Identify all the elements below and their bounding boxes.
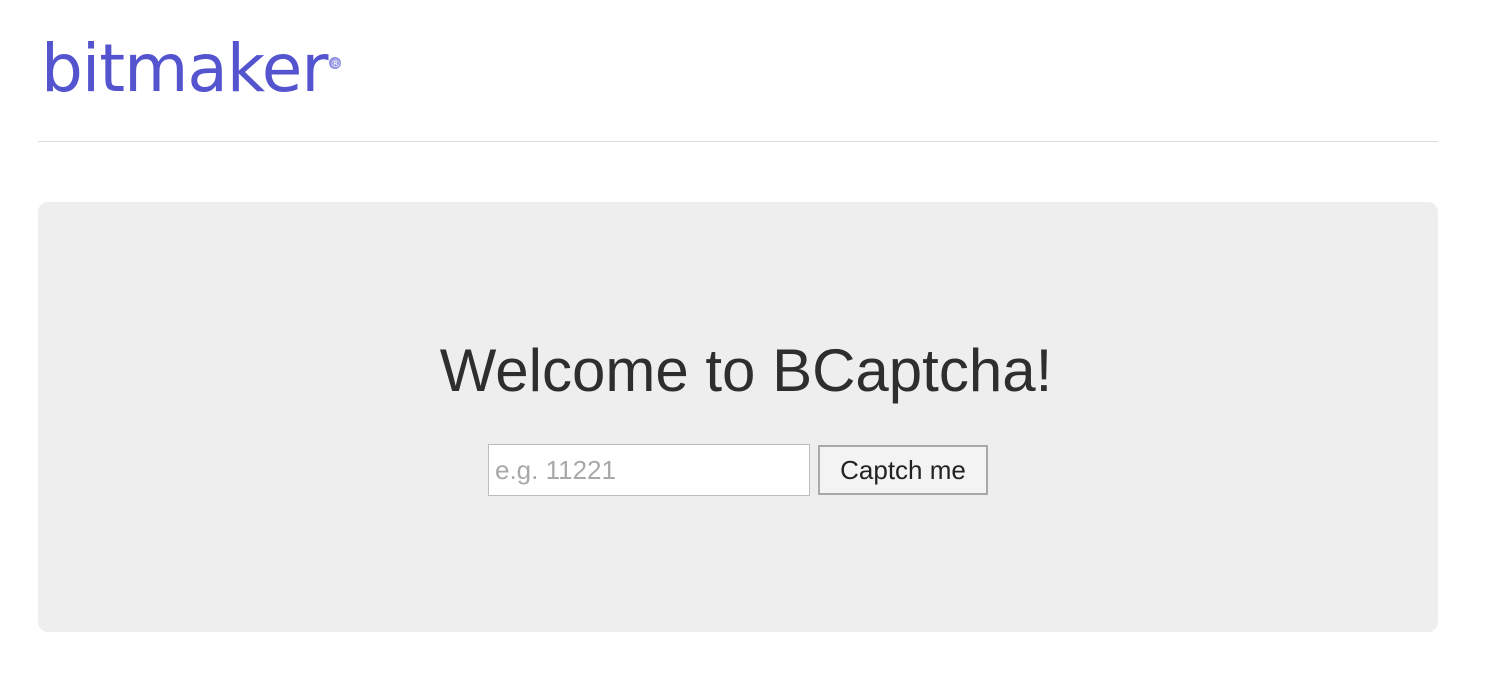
welcome-panel bbox=[38, 202, 1438, 632]
captcha-form: Captch me bbox=[488, 444, 988, 496]
logo-wordmark: bitmaker bbox=[41, 30, 328, 107]
page: bitmaker ® Welcome to BCaptcha! Captch m… bbox=[0, 0, 1492, 676]
page-title: Welcome to BCaptcha! bbox=[439, 337, 1053, 404]
registered-mark-icon: ® bbox=[329, 56, 342, 70]
bitmaker-logo[interactable]: bitmaker ® bbox=[41, 29, 342, 109]
site-header: bitmaker ® bbox=[38, 0, 1438, 142]
captch-me-button[interactable]: Captch me bbox=[818, 445, 988, 495]
captcha-input[interactable] bbox=[488, 444, 810, 496]
